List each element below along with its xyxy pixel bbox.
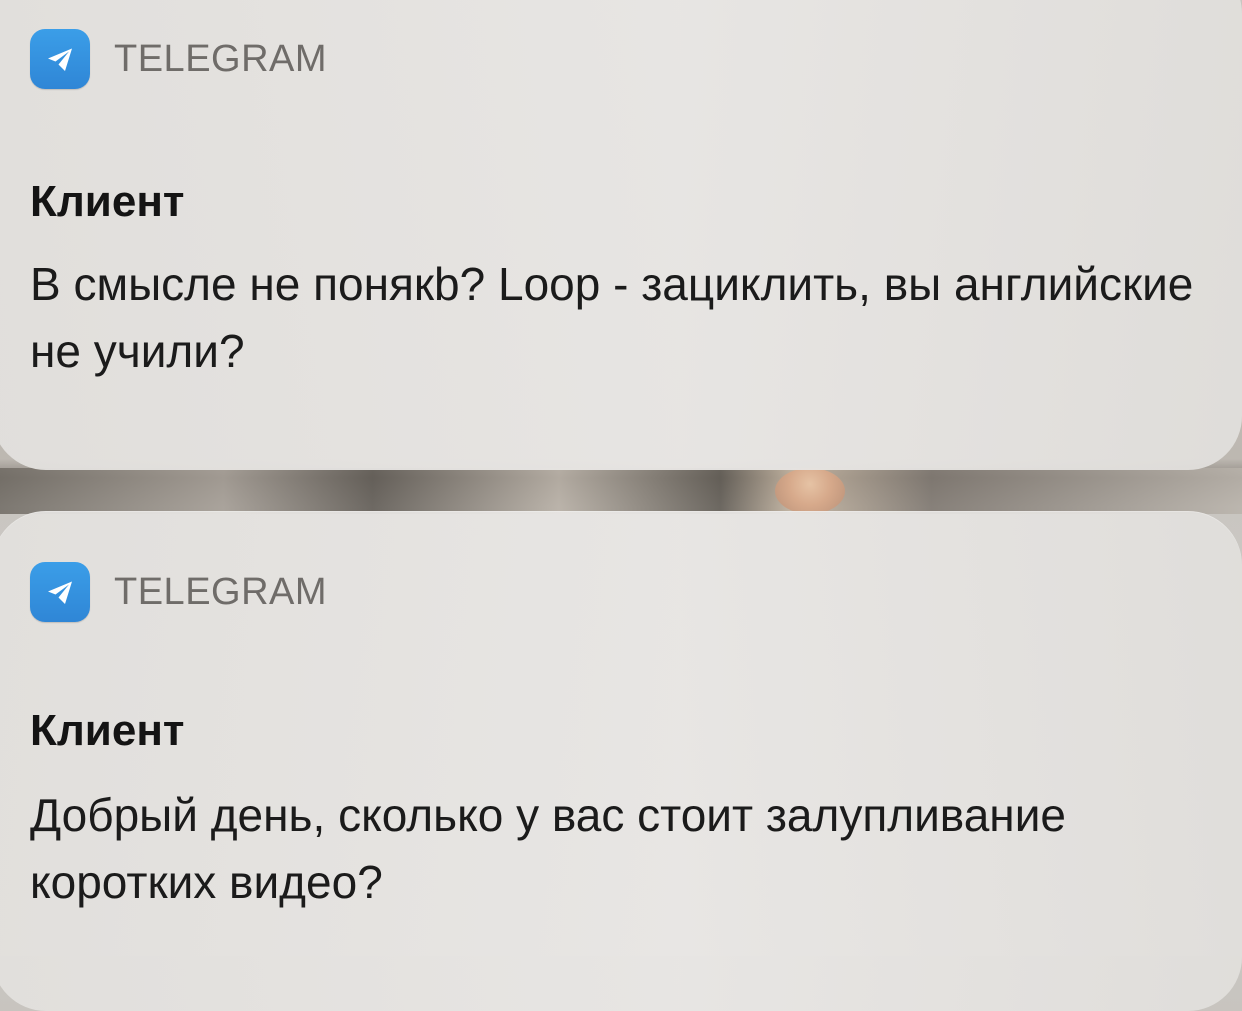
background-strip <box>0 468 1242 514</box>
sender-name: Клиент <box>30 706 185 755</box>
app-name: TELEGRAM <box>114 571 328 613</box>
notification-header: TELEGRAM <box>30 562 327 622</box>
telegram-icon <box>30 29 90 89</box>
app-name: TELEGRAM <box>114 38 328 80</box>
notification-card[interactable]: TELEGRAM Клиент Добрый день, сколько у в… <box>0 511 1242 1011</box>
background-blur-object <box>775 468 845 514</box>
message-text: Добрый день, сколько у вас стоит залупли… <box>30 789 1066 908</box>
sender-name: Клиент <box>30 177 185 226</box>
notification-header: TELEGRAM <box>30 29 327 89</box>
message-text: В смысле не понякb? Loop - зациклить, вы… <box>30 258 1194 377</box>
notification-card[interactable]: TELEGRAM Клиент В смысле не понякb? Loop… <box>0 0 1242 470</box>
telegram-icon <box>30 562 90 622</box>
